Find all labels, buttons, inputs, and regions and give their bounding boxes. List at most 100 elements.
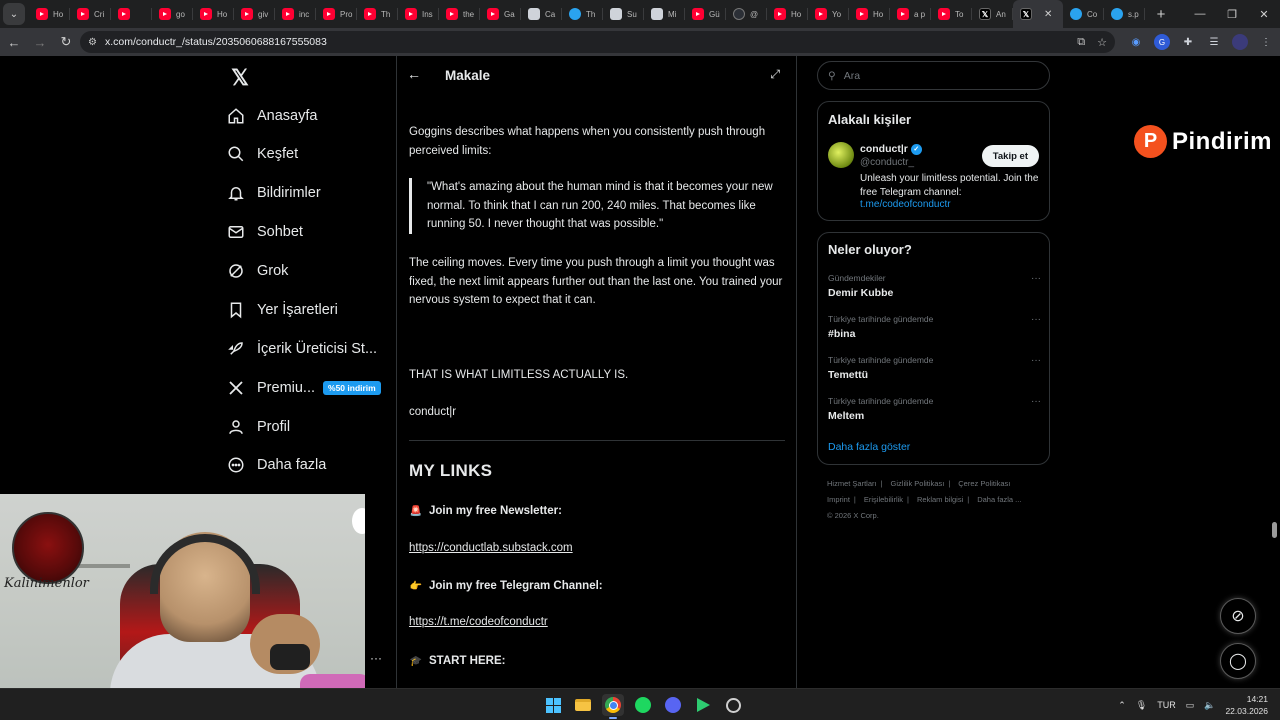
search-input[interactable]: ⚲ Ara — [817, 61, 1050, 90]
browser-tab[interactable]: go — [152, 0, 193, 28]
trend-item[interactable]: Türkiye tarihinde gündemde Temettü ··· — [828, 355, 1041, 381]
browser-tab[interactable]: Cri — [70, 0, 111, 28]
restore-button[interactable]: ❐ — [1216, 0, 1248, 28]
back-arrow-icon[interactable]: ← — [407, 66, 421, 82]
browser-tab[interactable]: Co — [1063, 0, 1104, 28]
browser-tab[interactable]: a p — [890, 0, 931, 28]
trend-more-icon[interactable]: ··· — [1031, 314, 1041, 325]
browser-tab[interactable]: 𝕏 ✕ — [1013, 0, 1063, 28]
minimize-button[interactable]: — — [1184, 0, 1216, 28]
media-icon[interactable]: ◉ — [1128, 34, 1144, 50]
vpn-extension-icon[interactable]: G — [1154, 34, 1170, 50]
newsletter-link[interactable]: https://conductlab.substack.com — [409, 542, 573, 554]
browser-tab[interactable]: Su — [603, 0, 644, 28]
start-button[interactable] — [542, 694, 564, 716]
browser-tab[interactable]: Th — [357, 0, 398, 28]
nav-item[interactable]: Keşfet — [226, 139, 298, 169]
footer-link[interactable]: Çerez Politikası — [958, 479, 1010, 488]
browser-tab[interactable]: Ca — [521, 0, 562, 28]
chevron-up-icon[interactable]: ⌃ — [1118, 700, 1126, 711]
grok-fab-button[interactable]: ⊘ — [1220, 598, 1256, 634]
language-indicator[interactable]: TUR — [1157, 700, 1176, 710]
install-app-icon[interactable]: ⧉ — [1077, 36, 1085, 49]
nav-item[interactable]: Bildirimler — [226, 178, 321, 208]
messages-fab-button[interactable]: ◯ — [1220, 643, 1256, 679]
clock[interactable]: 14:21 22.03.2026 — [1225, 693, 1268, 717]
nav-item[interactable]: Premiu... %50 indirim — [226, 373, 381, 403]
nav-item[interactable]: Grok — [226, 256, 288, 286]
browser-menu-icon[interactable]: ⋮ — [1258, 34, 1274, 50]
footer-link[interactable]: Imprint — [827, 495, 850, 504]
profile-avatar[interactable] — [1232, 34, 1248, 50]
browser-tab[interactable] — [111, 0, 152, 28]
extensions-puzzle-icon[interactable]: ✚ — [1180, 34, 1196, 50]
nav-item[interactable]: Sohbet — [226, 217, 303, 247]
footer-link[interactable]: Hizmet Şartları — [827, 479, 877, 488]
nav-item[interactable]: Anasayfa — [226, 101, 317, 131]
footer-link[interactable]: Erişilebilirlik — [864, 495, 903, 504]
browser-tab[interactable]: Th — [562, 0, 603, 28]
browser-tab[interactable]: Ho — [29, 0, 70, 28]
scrollbar-thumb[interactable] — [1272, 522, 1277, 538]
nav-item[interactable]: İçerik Üreticisi St... — [226, 334, 377, 364]
footer-link[interactable]: Reklam bilgisi — [917, 495, 963, 504]
nav-item[interactable]: Daha fazla — [226, 450, 326, 480]
new-tab-button[interactable]: + — [1149, 6, 1173, 23]
bookmark-star-icon[interactable]: ☆ — [1097, 36, 1107, 49]
nav-item[interactable]: Yer İşaretleri — [226, 295, 338, 325]
trend-more-icon[interactable]: ··· — [1031, 273, 1041, 284]
nav-item[interactable]: Profil — [226, 412, 290, 442]
show-more-link[interactable]: Daha fazla göster — [828, 441, 910, 453]
site-info-icon[interactable]: ⚙ — [88, 37, 97, 48]
reading-list-icon[interactable]: ☰ — [1206, 34, 1222, 50]
tab-close-icon[interactable]: ✕ — [1044, 9, 1052, 20]
display-icon[interactable]: ▭ — [1186, 700, 1195, 711]
browser-tab[interactable]: Ho — [849, 0, 890, 28]
settings-taskbar-button[interactable] — [722, 694, 744, 716]
browser-tab[interactable]: inc — [275, 0, 316, 28]
trend-more-icon[interactable]: ··· — [1031, 355, 1041, 366]
more-dots-icon[interactable]: ··· — [370, 651, 382, 665]
browser-tab[interactable]: Ins — [398, 0, 439, 28]
discord-taskbar-button[interactable] — [662, 694, 684, 716]
close-window-button[interactable]: ✕ — [1248, 0, 1280, 28]
microphone-icon[interactable]: 🎙 — [1136, 700, 1147, 711]
browser-tab[interactable]: 𝕏 An — [972, 0, 1013, 28]
avatar[interactable] — [828, 142, 854, 168]
browser-tab[interactable]: Ga — [480, 0, 521, 28]
browser-tab[interactable]: To — [931, 0, 972, 28]
file-explorer-button[interactable] — [572, 694, 594, 716]
telegram-link[interactable]: https://t.me/codeofconductr — [409, 616, 548, 628]
url-text[interactable]: x.com/conductr_/status/20350606881675550… — [105, 36, 327, 48]
browser-tab[interactable]: Ho — [193, 0, 234, 28]
trend-item[interactable]: Türkiye tarihinde gündemde Meltem ··· — [828, 396, 1041, 422]
reload-button[interactable]: ↻ — [54, 30, 78, 54]
trend-more-icon[interactable]: ··· — [1031, 396, 1041, 407]
browser-tab[interactable]: @ — [726, 0, 767, 28]
trend-item[interactable]: Türkiye tarihinde gündemde #bina ··· — [828, 314, 1041, 340]
footer-link[interactable]: Daha fazla ... — [977, 495, 1021, 504]
person-name-text[interactable]: conduct|r — [860, 143, 908, 155]
chrome-taskbar-button[interactable] — [602, 694, 624, 719]
follow-button[interactable]: Takip et — [981, 145, 1039, 167]
browser-tab[interactable]: Pro — [316, 0, 357, 28]
x-logo-icon[interactable]: 𝕏 — [226, 64, 254, 92]
bio-link[interactable]: t.me/codeofconductr — [860, 199, 951, 210]
browser-tab[interactable]: s.p — [1104, 0, 1145, 28]
browser-tab[interactable]: Mi — [644, 0, 685, 28]
back-button[interactable]: ← — [2, 30, 26, 54]
play-app-taskbar-button[interactable] — [692, 694, 714, 716]
browser-tab[interactable]: giv — [234, 0, 275, 28]
browser-tab[interactable]: Gü — [685, 0, 726, 28]
browser-tab[interactable]: Yo — [808, 0, 849, 28]
speaker-icon[interactable]: 🔈 — [1204, 700, 1215, 711]
forward-button[interactable]: → — [28, 30, 52, 54]
address-bar[interactable]: ⚙ x.com/conductr_/status/203506068816755… — [80, 31, 1115, 53]
person-name[interactable]: conduct|r ✓ — [860, 143, 922, 155]
person-handle[interactable]: @conductr_ — [860, 157, 914, 168]
browser-tab[interactable]: Ho — [767, 0, 808, 28]
expand-icon[interactable]: ⤢ — [770, 67, 780, 82]
tab-search-button[interactable]: ⌄ — [3, 3, 25, 25]
footer-link[interactable]: Gizlilik Politikası — [891, 479, 945, 488]
browser-tab[interactable]: the — [439, 0, 480, 28]
